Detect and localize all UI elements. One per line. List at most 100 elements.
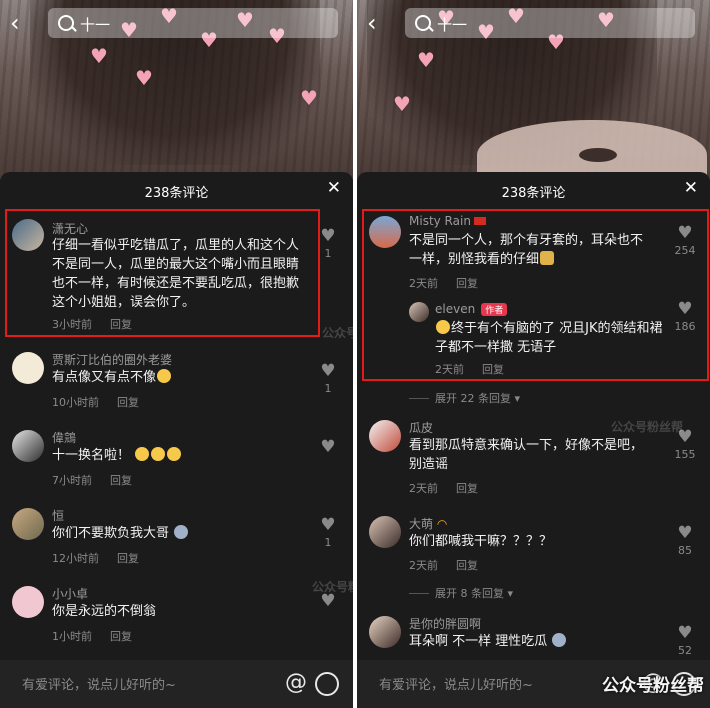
comment-text: 有点像又有点不像	[52, 368, 307, 387]
avatar[interactable]	[369, 420, 401, 452]
like-count: 85	[678, 544, 692, 557]
comment-text: 你们都喊我干嘛？？？？	[409, 534, 553, 549]
comment-author[interactable]: 大萌 ◠	[409, 515, 447, 532]
expand-replies[interactable]: 展开 22 条回复 ▾	[409, 390, 520, 406]
search-icon	[58, 15, 74, 31]
comment-input[interactable]: 有爱评论，说点儿好听的~	[379, 674, 533, 693]
comment-text: 仔细一看似乎吃错瓜了，瓜里的人和这个人不是同一人，瓜里的最大这个嘴小而且眼睛也不…	[52, 238, 300, 310]
comment-meta: 2天前 回复	[435, 361, 504, 377]
comment-author[interactable]: eleven 作者	[435, 302, 508, 316]
reply-button[interactable]: 回复	[117, 396, 139, 409]
heart-icon: ♥	[320, 361, 336, 381]
comment-time: 12小时前	[52, 552, 99, 565]
comment-meta: 1小时前 回复	[52, 628, 132, 644]
reply-button[interactable]: 回复	[456, 559, 478, 572]
like-button[interactable]: ♥ 1	[313, 362, 343, 395]
avatar[interactable]	[369, 516, 401, 548]
comment-time: 2天前	[435, 363, 464, 376]
avatar[interactable]	[12, 219, 44, 251]
like-button[interactable]: ♥ 52	[670, 624, 700, 657]
comment-author[interactable]: 偉鵍	[52, 429, 76, 446]
brand-watermark: 公众号粉丝帮	[602, 676, 704, 696]
comment-author[interactable]: Misty Rain	[409, 214, 486, 228]
heart-sticker-icon: ♥	[90, 44, 108, 68]
like-count: 1	[324, 247, 332, 260]
mention-icon[interactable]: @	[285, 670, 307, 695]
comment-meta: 7小时前 回复	[52, 472, 132, 488]
like-button[interactable]: ♥ 186	[670, 300, 700, 333]
comment-author[interactable]: 潇无心	[52, 220, 88, 237]
avatar[interactable]	[12, 352, 44, 384]
reply-button[interactable]: 回复	[456, 277, 478, 290]
reply-button[interactable]: 回复	[110, 318, 132, 331]
expand-replies[interactable]: 展开 8 条回复 ▾	[409, 585, 513, 601]
avatar[interactable]	[369, 616, 401, 648]
emoji-icon	[151, 447, 166, 461]
like-count: 1	[324, 536, 332, 549]
back-arrow-icon[interactable]: ‹	[367, 10, 389, 36]
like-button[interactable]: ♥	[313, 438, 343, 458]
comment-count-title: 238条评论	[501, 186, 566, 201]
reply-button[interactable]: 回复	[110, 630, 132, 643]
comment-input-bar[interactable]: 有爱评论，说点儿好听的~ @	[0, 660, 353, 708]
emoji-icon	[167, 447, 182, 461]
like-count: 186	[674, 320, 696, 333]
comment-input[interactable]: 有爱评论，说点儿好听的~	[22, 674, 176, 693]
emoji-icon	[436, 320, 450, 334]
emoji-icon	[540, 251, 555, 265]
avatar[interactable]	[12, 586, 44, 618]
back-arrow-icon[interactable]: ‹	[10, 10, 32, 36]
author-badge: 作者	[481, 303, 508, 316]
top-bar: ‹ 十一	[357, 8, 710, 38]
comment-text: 看到那瓜特意来确认一下，好像不是吧，别造谣	[409, 438, 644, 472]
left-screenshot: ♥ ♥ ♥ ♥ ♥ ♥ ♥ ♥ ‹ 十一 238条评论 ✕ 潇无心 仔细一看似乎…	[0, 0, 353, 708]
heart-sticker-icon: ♥	[393, 92, 411, 116]
comment-author[interactable]: 是你的胖圆啊	[409, 615, 481, 632]
like-button[interactable]: ♥ 1	[313, 516, 343, 549]
avatar[interactable]	[409, 302, 429, 322]
cat-emoji-icon	[552, 633, 567, 647]
like-button[interactable]: ♥	[313, 592, 343, 612]
emoji-icon	[157, 369, 172, 383]
heart-icon: ♥	[677, 623, 693, 643]
close-icon[interactable]: ✕	[684, 178, 698, 198]
search-bar[interactable]: 十一	[405, 8, 695, 38]
right-screenshot: ♥ ♥ ♥ ♥ ♥ ♥ ♥ ‹ 十一 238条评论 ✕ Misty Rain 不…	[357, 0, 710, 708]
like-button[interactable]: ♥ 1	[313, 227, 343, 260]
avatar[interactable]	[12, 508, 44, 540]
avatar[interactable]	[12, 430, 44, 462]
reply-button[interactable]: 回复	[482, 363, 504, 376]
like-count: 254	[674, 244, 696, 257]
panel-divider	[353, 0, 357, 708]
heart-sticker-icon: ♥	[300, 86, 318, 110]
comment-meta: 2天前 回复	[409, 557, 478, 573]
search-bar[interactable]: 十一	[48, 8, 338, 38]
search-text: 十一	[437, 16, 468, 34]
heart-icon: ♥	[677, 523, 693, 543]
comment-author[interactable]: 瓜皮	[409, 419, 433, 436]
watermark: 公众号粉丝帮	[611, 420, 684, 434]
avatar[interactable]	[369, 216, 401, 248]
heart-icon: ♥	[677, 223, 693, 243]
comment-time: 3小时前	[52, 318, 92, 331]
comment-count-title: 238条评论	[144, 186, 209, 201]
comment-meta: 2天前 回复	[409, 480, 478, 496]
emoji-picker-icon[interactable]	[315, 672, 339, 696]
heart-sticker-icon: ♥	[417, 48, 435, 72]
reply-button[interactable]: 回复	[456, 482, 478, 495]
reply-button[interactable]: 回复	[117, 552, 139, 565]
flag-icon	[473, 217, 486, 225]
comment-meta: 2天前 回复	[409, 275, 478, 291]
comment-time: 1小时前	[52, 630, 92, 643]
comment-author[interactable]: 恒	[52, 507, 64, 524]
comment-author[interactable]: 小小卓	[52, 585, 88, 602]
comment-text: 终于有个有脑的了 况且JK的领结和裙子都不一样撒 无语子	[435, 320, 663, 355]
reply-button[interactable]: 回复	[110, 474, 132, 487]
like-button[interactable]: ♥ 85	[670, 524, 700, 557]
comment-author[interactable]: 贾斯汀比伯的圈外老婆	[52, 351, 172, 368]
like-button[interactable]: ♥ 254	[670, 224, 700, 257]
cat-emoji-icon	[174, 525, 189, 539]
close-icon[interactable]: ✕	[327, 178, 341, 198]
comment-text: 耳朵啊 不一样 理性吃瓜	[409, 632, 664, 651]
comment-sheet: 238条评论 ✕ Misty Rain 不是同一个人，那个有牙套的，耳朵也不一样…	[357, 172, 710, 708]
